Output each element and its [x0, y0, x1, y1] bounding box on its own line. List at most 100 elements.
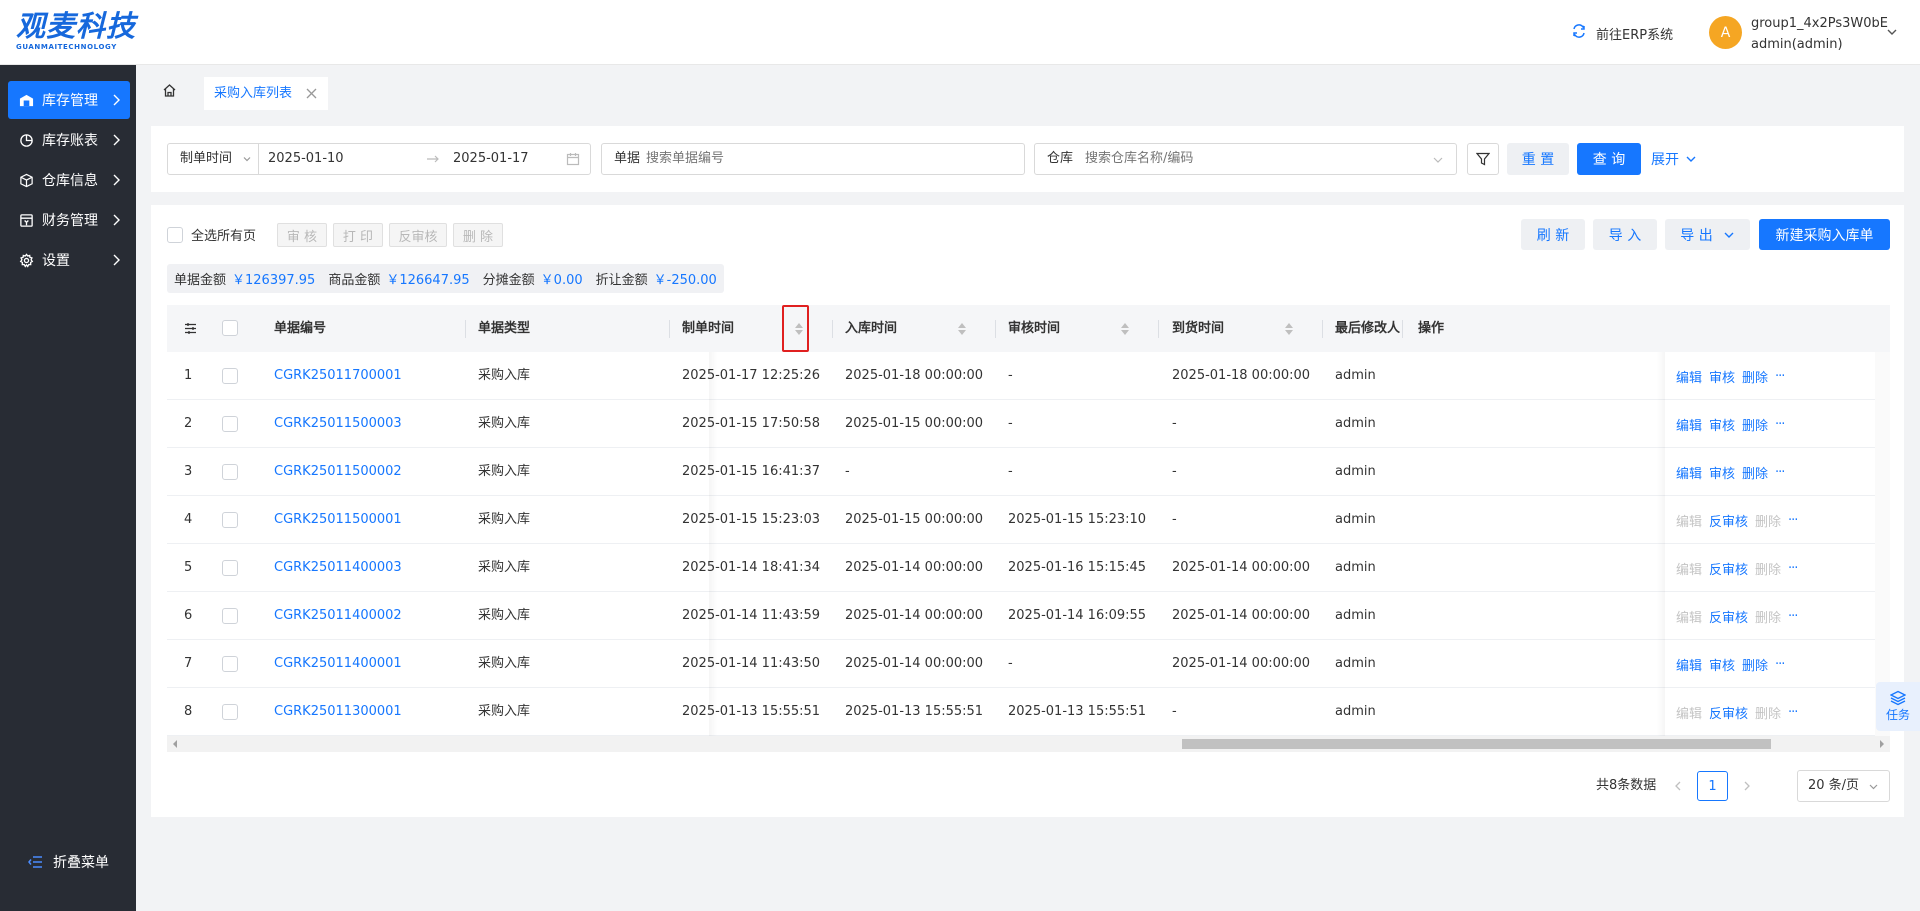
row-checkbox[interactable]	[222, 608, 238, 624]
table-row[interactable]: 8 CGRK25011300001 采购入库 2025-01-13 15:55:51 2…	[167, 688, 1890, 736]
warehouse-search-input[interactable]	[1085, 144, 1415, 174]
more-actions-icon[interactable]: ···	[1775, 657, 1785, 672]
edit-action[interactable]: 编辑	[1676, 415, 1702, 434]
unaudit-action[interactable]: 反审核	[1709, 703, 1748, 722]
document-code-link[interactable]: CGRK25011500002	[274, 448, 402, 496]
select-all-checkbox[interactable]	[167, 226, 183, 243]
delete-action[interactable]: 删除	[1742, 655, 1768, 674]
sidebar-item-warehouse-info[interactable]: 仓库信息	[8, 161, 130, 199]
batch-print-button[interactable]: 打 印	[333, 223, 383, 247]
page-size-select[interactable]: 20 条/页	[1797, 770, 1890, 802]
sort-icon[interactable]	[1284, 322, 1294, 336]
more-actions-icon[interactable]: ···	[1775, 465, 1785, 480]
tab-purchase-inbound-list[interactable]: 采购入库列表	[204, 77, 329, 110]
document-code-link[interactable]: CGRK25011500001	[274, 496, 402, 544]
document-code-link[interactable]: CGRK25011400001	[274, 640, 402, 688]
delete-action[interactable]: 删除	[1742, 463, 1768, 482]
row-checkbox[interactable]	[222, 560, 238, 576]
date-start-input[interactable]: 2025-01-10	[268, 144, 344, 174]
table-row[interactable]: 6 CGRK25011400002 采购入库 2025-01-14 11:43:59 2…	[167, 592, 1890, 640]
chevron-down-icon[interactable]	[1432, 154, 1444, 166]
calendar-icon[interactable]	[566, 152, 580, 166]
home-tab[interactable]	[156, 77, 182, 103]
user-info[interactable]: group1_4x2Ps3W0bE admin(admin)	[1751, 13, 1888, 55]
avatar[interactable]: A	[1709, 16, 1742, 49]
table-row[interactable]: 2 CGRK25011500003 采购入库 2025-01-15 17:50:58 2…	[167, 400, 1890, 448]
batch-unaudit-button[interactable]: 反审核	[389, 223, 447, 247]
export-button[interactable]: 导 出	[1665, 219, 1750, 250]
task-float-button[interactable]: 任务	[1876, 682, 1920, 731]
refresh-button[interactable]: 刷 新	[1521, 219, 1585, 250]
page-number[interactable]: 1	[1697, 771, 1728, 801]
audit-action[interactable]: 审核	[1709, 367, 1735, 386]
expand-filters-button[interactable]: 展开	[1649, 143, 1699, 175]
sidebar-item-finance[interactable]: 财务管理	[8, 201, 130, 239]
document-code-link[interactable]: CGRK25011400003	[274, 544, 402, 592]
unaudit-action[interactable]: 反审核	[1709, 607, 1748, 626]
document-search-input[interactable]	[646, 144, 1016, 174]
audit-action[interactable]: 审核	[1709, 463, 1735, 482]
reset-button[interactable]: 重 置	[1507, 143, 1569, 175]
sort-icon[interactable]	[957, 322, 967, 336]
scroll-right-icon[interactable]	[1878, 739, 1886, 749]
batch-delete-button[interactable]: 删 除	[453, 223, 503, 247]
goto-erp-link[interactable]: 前往ERP系统	[1570, 22, 1673, 44]
document-type: 采购入库	[478, 368, 531, 383]
edit-action[interactable]: 编辑	[1676, 655, 1702, 674]
header-checkbox[interactable]	[222, 320, 238, 336]
horizontal-scroll-thumb[interactable]	[1182, 739, 1771, 749]
more-actions-icon[interactable]: ···	[1775, 369, 1785, 384]
sidebar-item-inventory-ledger[interactable]: 库存账表	[8, 121, 130, 159]
table-row[interactable]: 3 CGRK25011500002 采购入库 2025-01-15 16:41:37 -…	[167, 448, 1890, 496]
new-purchase-inbound-button[interactable]: 新建采购入库单	[1759, 219, 1890, 250]
edit-action[interactable]: 编辑	[1676, 463, 1702, 482]
delete-action[interactable]: 删除	[1742, 415, 1768, 434]
table-row[interactable]: 5 CGRK25011400003 采购入库 2025-01-14 18:41:34 2…	[167, 544, 1890, 592]
document-code-link[interactable]: CGRK25011500003	[274, 400, 402, 448]
edit-action: 编辑	[1676, 562, 1703, 578]
advanced-filter-button[interactable]	[1467, 143, 1499, 175]
table-row[interactable]: 4 CGRK25011500001 采购入库 2025-01-15 15:23:03 2…	[167, 496, 1890, 544]
chevron-down-icon[interactable]	[1886, 26, 1898, 38]
row-checkbox[interactable]	[222, 368, 238, 384]
sidebar-item-inventory-management[interactable]: 库存管理	[8, 81, 130, 119]
import-button[interactable]: 导 入	[1593, 219, 1657, 250]
document-code-link[interactable]: CGRK25011700001	[274, 352, 402, 400]
column-settings-icon[interactable]	[184, 322, 197, 335]
select-all-pages[interactable]: 全选所有页	[167, 225, 256, 244]
audit-action[interactable]: 审核	[1709, 655, 1735, 674]
query-button[interactable]: 查 询	[1577, 143, 1641, 175]
unaudit-action[interactable]: 反审核	[1709, 511, 1748, 530]
row-checkbox[interactable]	[222, 464, 238, 480]
table-row[interactable]: 1 CGRK25011700001 采购入库 2025-01-17 12:25:26 2…	[167, 352, 1890, 400]
edit-action[interactable]: 编辑	[1676, 367, 1702, 386]
sort-icon[interactable]	[1120, 322, 1130, 336]
row-checkbox[interactable]	[222, 416, 238, 432]
row-checkbox[interactable]	[222, 512, 238, 528]
table-row[interactable]: 7 CGRK25011400001 采购入库 2025-01-14 11:43:50 2…	[167, 640, 1890, 688]
batch-audit-button[interactable]: 审 核	[277, 223, 327, 247]
collapse-menu-button[interactable]: 折叠菜单	[28, 852, 109, 872]
company-logo[interactable]: 观麦科技 GUANMAITECHNOLOGY	[16, 10, 146, 54]
delete-action[interactable]: 删除	[1742, 367, 1768, 386]
more-actions-icon[interactable]: ···	[1775, 417, 1785, 432]
vertical-scrollbar[interactable]	[1875, 352, 1890, 736]
unaudit-action[interactable]: 反审核	[1709, 559, 1748, 578]
chevron-left-icon[interactable]	[1672, 780, 1684, 792]
date-type-select[interactable]: 制单时间	[168, 144, 259, 174]
document-code-link[interactable]: CGRK25011300001	[274, 688, 402, 736]
more-actions-icon[interactable]: ···	[1788, 513, 1798, 528]
sidebar-item-settings[interactable]: 设置	[8, 241, 130, 279]
row-checkbox[interactable]	[222, 704, 238, 720]
document-code-link[interactable]: CGRK25011400002	[274, 592, 402, 640]
audit-action[interactable]: 审核	[1709, 415, 1735, 434]
date-end-input[interactable]: 2025-01-17	[453, 144, 529, 174]
row-checkbox[interactable]	[222, 656, 238, 672]
more-actions-icon[interactable]: ···	[1788, 609, 1798, 624]
more-actions-icon[interactable]: ···	[1788, 561, 1798, 576]
horizontal-scrollbar[interactable]	[167, 736, 1890, 752]
chevron-right-icon[interactable]	[1741, 780, 1753, 792]
scroll-left-icon[interactable]	[171, 739, 179, 749]
close-icon[interactable]	[305, 87, 318, 100]
more-actions-icon[interactable]: ···	[1788, 705, 1798, 720]
